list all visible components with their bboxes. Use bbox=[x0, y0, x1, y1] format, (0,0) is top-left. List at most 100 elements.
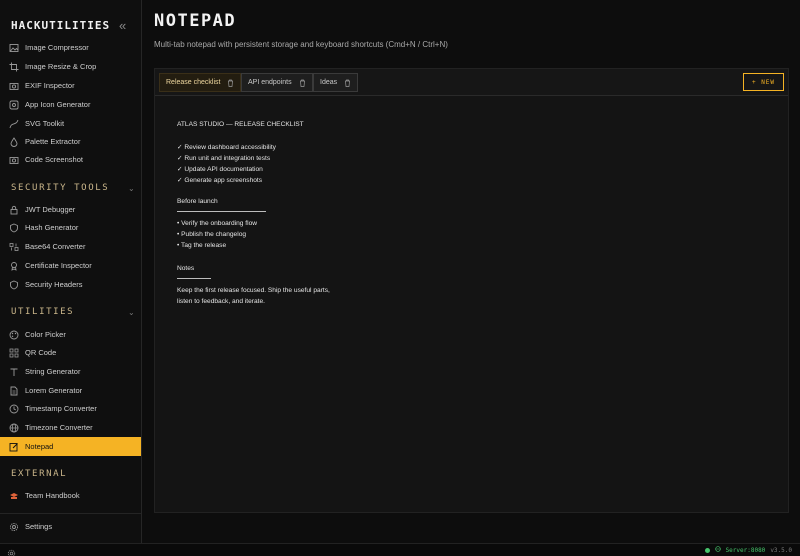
sidebar-item-palette-extractor[interactable]: Palette Extractor bbox=[0, 132, 141, 151]
bullet-item: • Verify the onboarding flow bbox=[177, 220, 258, 227]
sidebar-item-image-compressor[interactable]: Image Compressor bbox=[0, 38, 141, 57]
notepad-editor: Release checklist API endpoints Ideas + … bbox=[154, 68, 789, 513]
checklist-item: ✓ Run unit and integration tests bbox=[177, 155, 271, 162]
sidebar-item-label: EXIF Inspector bbox=[25, 81, 75, 90]
notepad-icon bbox=[9, 442, 19, 452]
sidebar-item-team-handbook[interactable]: Team Handbook bbox=[0, 486, 141, 505]
tab-api-endpoints[interactable]: API endpoints bbox=[241, 73, 313, 92]
trash-icon[interactable] bbox=[227, 79, 234, 87]
section-heading-notes: Notes bbox=[177, 265, 195, 272]
sidebar-item-settings[interactable]: Settings bbox=[0, 517, 141, 536]
shield-icon bbox=[9, 280, 19, 290]
note-heading: ATLAS STUDIO — RELEASE CHECKLIST bbox=[177, 121, 304, 128]
handbook-icon bbox=[9, 491, 19, 501]
sidebar-item-exif-inspector[interactable]: EXIF Inspector bbox=[0, 76, 141, 95]
server-status-indicator bbox=[704, 547, 710, 553]
sidebar-item-label: Color Picker bbox=[25, 330, 66, 339]
clock-icon bbox=[9, 404, 19, 414]
tab-label: Ideas bbox=[320, 79, 338, 86]
sidebar-item-label: Team Handbook bbox=[25, 491, 80, 500]
sidebar-item-label: Base64 Converter bbox=[25, 242, 86, 251]
sidebar-item-label: SVG Toolkit bbox=[25, 119, 65, 128]
sidebar-item-label: Palette Extractor bbox=[25, 137, 81, 146]
tab-ideas[interactable]: Ideas bbox=[313, 73, 359, 92]
section-underline bbox=[177, 211, 266, 212]
sidebar-item-label: Code Screenshot bbox=[25, 155, 83, 164]
section-title-security-tools[interactable]: SECURITY TOOLS bbox=[11, 183, 109, 193]
sidebar-item-label: Image Compressor bbox=[25, 43, 89, 52]
brand-logo: HACKUTILITIES bbox=[11, 19, 111, 32]
section-title-external[interactable]: EXTERNAL bbox=[11, 469, 67, 479]
sidebar-item-label: Lorem Generator bbox=[25, 386, 83, 395]
sidebar-item-base64-converter[interactable]: Base64 Converter bbox=[0, 237, 141, 256]
qr-icon bbox=[9, 348, 19, 358]
section-underline bbox=[177, 278, 211, 279]
sidebar-item-label: Timezone Converter bbox=[25, 423, 93, 432]
sidebar-item-label: Image Resize & Crop bbox=[25, 62, 97, 71]
status-bar: Server:8080 v3.5.0 bbox=[0, 543, 800, 556]
sidebar-item-qr-code[interactable]: QR Code bbox=[0, 343, 141, 362]
bullet-item: • Publish the changelog bbox=[177, 231, 247, 238]
sidebar-item-svg-toolkit[interactable]: SVG Toolkit bbox=[0, 114, 141, 133]
palette-icon bbox=[9, 330, 19, 340]
lock-icon bbox=[9, 205, 19, 215]
sidebar-item-label: JWT Debugger bbox=[25, 205, 76, 214]
sidebar-item-label: Hash Generator bbox=[25, 223, 79, 232]
shield-icon bbox=[9, 223, 19, 233]
note-paragraph-line: Keep the first release focused. Ship the… bbox=[177, 287, 330, 294]
app-icon bbox=[9, 100, 19, 110]
droplet-icon bbox=[9, 136, 19, 147]
sidebar-item-label: Timestamp Converter bbox=[25, 404, 97, 413]
globe-icon bbox=[9, 423, 19, 433]
new-note-button[interactable]: + NEW bbox=[743, 73, 784, 91]
checklist-item: ✓ Review dashboard accessibility bbox=[177, 144, 276, 151]
pen-curve-icon bbox=[9, 119, 19, 129]
sidebar-item-security-headers[interactable]: Security Headers bbox=[0, 275, 141, 294]
crop-icon bbox=[9, 62, 19, 72]
sidebar-item-label: Settings bbox=[25, 522, 53, 531]
camera-icon bbox=[9, 155, 19, 165]
tab-label: Release checklist bbox=[166, 79, 221, 86]
sidebar-item-jwt-debugger[interactable]: JWT Debugger bbox=[0, 200, 141, 219]
image-icon bbox=[9, 43, 19, 53]
server-status: Server:8080 v3.5.0 bbox=[704, 546, 792, 554]
bullet-item: • Tag the release bbox=[177, 242, 227, 249]
server-label: Server:8080 bbox=[725, 546, 766, 554]
sidebar-item-color-picker[interactable]: Color Picker bbox=[0, 325, 141, 344]
sidebar-item-notepad[interactable]: Notepad bbox=[0, 437, 141, 456]
sidebar-item-code-screenshot[interactable]: Code Screenshot bbox=[0, 150, 141, 169]
camera-icon bbox=[9, 81, 19, 91]
page-title: NOTEPAD bbox=[154, 11, 237, 31]
checklist-item: ✓ Update API documentation bbox=[177, 166, 263, 173]
gear-icon[interactable] bbox=[7, 545, 16, 556]
chevron-down-icon[interactable]: ⌄ bbox=[128, 308, 135, 317]
sidebar-item-string-generator[interactable]: String Generator bbox=[0, 362, 141, 381]
binary-icon bbox=[9, 242, 19, 252]
trash-icon[interactable] bbox=[299, 79, 306, 87]
sidebar-item-lorem-generator[interactable]: Lorem Generator bbox=[0, 381, 141, 400]
collapse-sidebar-icon[interactable]: « bbox=[119, 18, 126, 33]
type-icon bbox=[9, 367, 19, 377]
sidebar-item-certificate-inspector[interactable]: Certificate Inspector bbox=[0, 256, 141, 275]
section-title-utilities[interactable]: UTILITIES bbox=[11, 307, 74, 317]
file-text-icon bbox=[9, 386, 19, 396]
sidebar-item-label: App Icon Generator bbox=[25, 100, 91, 109]
tab-release-checklist[interactable]: Release checklist bbox=[159, 73, 242, 92]
sidebar-item-hash-generator[interactable]: Hash Generator bbox=[0, 218, 141, 237]
sidebar-item-label: QR Code bbox=[25, 348, 57, 357]
chevron-down-icon[interactable]: ⌄ bbox=[128, 184, 135, 193]
sidebar-item-app-icon-generator[interactable]: App Icon Generator bbox=[0, 95, 141, 114]
checklist-item: ✓ Generate app screenshots bbox=[177, 177, 263, 184]
page-subtitle: Multi-tab notepad with persistent storag… bbox=[154, 40, 448, 49]
version-label: v3.5.0 bbox=[770, 546, 792, 554]
sidebar-item-timestamp-converter[interactable]: Timestamp Converter bbox=[0, 399, 141, 418]
tab-bar: Release checklist API endpoints Ideas + … bbox=[155, 69, 788, 96]
note-paragraph-line: listen to feedback, and iterate. bbox=[177, 298, 265, 305]
globe-icon bbox=[714, 546, 721, 554]
sidebar-item-timezone-converter[interactable]: Timezone Converter bbox=[0, 418, 141, 437]
sidebar-item-image-resize-crop[interactable]: Image Resize & Crop bbox=[0, 57, 141, 76]
section-heading-before-launch: Before launch bbox=[177, 198, 218, 205]
trash-icon[interactable] bbox=[344, 79, 351, 87]
sidebar-item-label: String Generator bbox=[25, 367, 81, 376]
sidebar-item-label: Certificate Inspector bbox=[25, 261, 92, 270]
